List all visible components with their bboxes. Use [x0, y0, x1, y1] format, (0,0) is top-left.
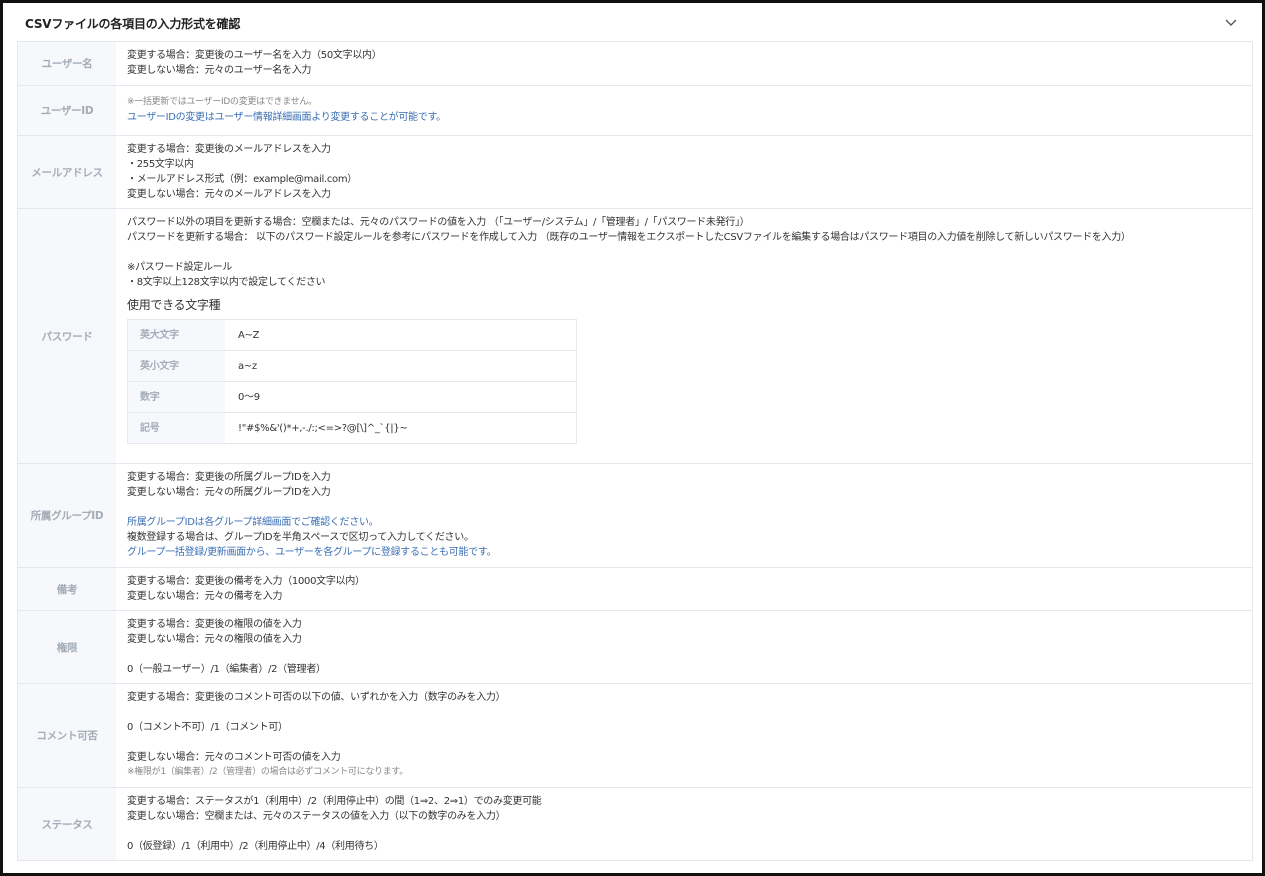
charset-label: 英大文字: [128, 320, 225, 350]
charset-value: !"#$%&'()*+,-./:;<=>?@[\]^_`{|}~: [238, 422, 408, 434]
text-line: ・255文字以内: [127, 159, 194, 170]
text-line: 変更する場合：変更後のユーザー名を入力（50文字以内）: [127, 50, 382, 61]
text-line: パスワード以外の項目を更新する場合：空欄または、元々のパスワードの値を入力 （「…: [127, 217, 750, 228]
text-line: 変更しない場合：元々の権限の値を入力: [127, 634, 302, 645]
text-line: [127, 824, 1241, 839]
text-line: 複数登録する場合は、グループIDを半角スペースで区切って入力してください。: [127, 532, 474, 543]
text-line: ・8文字以上128文字以内で設定してください: [127, 277, 326, 288]
row-label: ステータス: [18, 788, 116, 860]
row-content: 変更する場合：ステータスが1（利用中）/2（利用停止中）の間（1⇒2、2⇒1）で…: [116, 788, 1252, 860]
row-label: コメント可否: [18, 684, 116, 787]
charset-value: A~Z: [238, 329, 260, 341]
text-line: 変更する場合：変更後のメールアドレスを入力: [127, 144, 331, 155]
charset-table: 英大文字 A~Z 英小文字 a~z 数字 0〜9 記号 !"#$%&'()*+,…: [127, 319, 577, 444]
row-label: パスワード: [18, 209, 116, 463]
row-userid: ユーザーID ※一括更新ではユーザーIDの変更はできません。 ユーザーIDの変更…: [18, 86, 1252, 136]
text-line: ※パスワード設定ルール: [127, 262, 233, 273]
text-line: 0（コメント不可）/1（コメント可）: [127, 722, 288, 733]
charset-label: 数字: [128, 382, 225, 412]
text-line: [127, 647, 1241, 662]
window-frame: CSVファイルの各項目の入力形式を確認 ユーザー名 変更する場合：変更後のユーザ…: [0, 0, 1265, 876]
group-bulk-link[interactable]: グループ一括登録/更新画面から、ユーザーを各グループに登録することも可能です。: [127, 545, 1241, 560]
charset-label: 英小文字: [128, 351, 225, 381]
note-text: ※一括更新ではユーザーIDの変更はできません。: [127, 97, 317, 107]
text-line: 変更する場合：変更後の備考を入力（1000文字以内）: [127, 576, 365, 587]
row-label: 所属グループID: [18, 464, 116, 567]
charset-value: 0〜9: [238, 391, 260, 403]
row-content: 変更する場合：変更後のメールアドレスを入力 ・255文字以内 ・メールアドレス形…: [116, 136, 1252, 208]
text-line: 変更しない場合：元々の所属グループIDを入力: [127, 487, 331, 498]
text-line: [127, 705, 1241, 720]
accordion-header[interactable]: CSVファイルの各項目の入力形式を確認: [6, 6, 1259, 40]
text-line: 変更しない場合：元々の備考を入力: [127, 591, 283, 602]
row-label: ユーザー名: [18, 42, 116, 85]
text-line: 0（一般ユーザー）/1（編集者）/2（管理者）: [127, 664, 326, 675]
row-password: パスワード パスワード以外の項目を更新する場合：空欄または、元々のパスワードの値…: [18, 209, 1252, 464]
row-content: 変更する場合：変更後のユーザー名を入力（50文字以内） 変更しない場合：元々のユ…: [116, 42, 1252, 85]
row-username: ユーザー名 変更する場合：変更後のユーザー名を入力（50文字以内） 変更しない場…: [18, 42, 1252, 86]
text-line: 変更する場合：変更後のコメント可否の以下の値、いずれかを入力（数字のみを入力）: [127, 692, 506, 703]
note-text: ※権限が1（編集者）/2（管理者）の場合は必ずコメント可になります。: [127, 767, 408, 777]
row-content: 変更する場合：変更後の権限の値を入力 変更しない場合：元々の権限の値を入力 0（…: [116, 611, 1252, 683]
row-permission: 権限 変更する場合：変更後の権限の値を入力 変更しない場合：元々の権限の値を入力…: [18, 611, 1252, 684]
text-line: 0（仮登録）/1（利用中）/2（利用停止中）/4（利用待ち）: [127, 841, 384, 852]
text-line: ・メールアドレス形式（例：example@mail.com）: [127, 174, 358, 185]
charset-row: 英大文字 A~Z: [128, 320, 576, 351]
row-group: 所属グループID 変更する場合：変更後の所属グループIDを入力 変更しない場合：…: [18, 464, 1252, 568]
panel-title: CSVファイルの各項目の入力形式を確認: [25, 16, 241, 31]
charset-row: 記号 !"#$%&'()*+,-./:;<=>?@[\]^_`{|}~: [128, 413, 576, 444]
text-line: 変更しない場合：元々のユーザー名を入力: [127, 65, 312, 76]
text-line: 変更しない場合：空欄または、元々のステータスの値を入力（以下の数字のみを入力）: [127, 811, 506, 822]
row-status: ステータス 変更する場合：ステータスが1（利用中）/2（利用停止中）の間（1⇒2…: [18, 788, 1252, 861]
row-content: 変更する場合：変更後の所属グループIDを入力 変更しない場合：元々の所属グループ…: [116, 464, 1252, 567]
row-email: メールアドレス 変更する場合：変更後のメールアドレスを入力 ・255文字以内 ・…: [18, 136, 1252, 209]
row-label: 備考: [18, 568, 116, 610]
charset-label: 記号: [128, 413, 225, 443]
text-line: [127, 245, 1241, 260]
row-comment: コメント可否 変更する場合：変更後のコメント可否の以下の値、いずれかを入力（数字…: [18, 684, 1252, 788]
userid-info-link[interactable]: ユーザーIDの変更はユーザー情報詳細画面より変更することが可能です。: [127, 110, 1241, 125]
text-line: [127, 735, 1241, 750]
row-label: ユーザーID: [18, 86, 116, 135]
group-detail-link[interactable]: 所属グループIDは各グループ詳細画面でご確認ください。: [127, 515, 1241, 530]
row-remarks: 備考 変更する場合：変更後の備考を入力（1000文字以内） 変更しない場合：元々…: [18, 568, 1252, 611]
text-line: 変更する場合：変更後の所属グループIDを入力: [127, 472, 331, 483]
charset-row: 英小文字 a~z: [128, 351, 576, 382]
row-label: 権限: [18, 611, 116, 683]
charset-value: a~z: [238, 360, 257, 372]
text-line: 変更する場合：変更後の権限の値を入力: [127, 619, 302, 630]
text-line: 変更しない場合：元々のメールアドレスを入力: [127, 189, 331, 200]
text-line: 変更する場合：ステータスが1（利用中）/2（利用停止中）の間（1⇒2、2⇒1）で…: [127, 796, 542, 807]
chevron-down-icon[interactable]: [1223, 15, 1239, 31]
charset-row: 数字 0〜9: [128, 382, 576, 413]
row-label: メールアドレス: [18, 136, 116, 208]
row-content: 変更する場合：変更後のコメント可否の以下の値、いずれかを入力（数字のみを入力） …: [116, 684, 1252, 787]
row-content: ※一括更新ではユーザーIDの変更はできません。 ユーザーIDの変更はユーザー情報…: [116, 86, 1252, 135]
charset-heading: 使用できる文字種: [127, 298, 221, 312]
row-content: 変更する場合：変更後の備考を入力（1000文字以内） 変更しない場合：元々の備考…: [116, 568, 1252, 610]
text-line: 変更しない場合：元々のコメント可否の値を入力: [127, 752, 341, 763]
text-line: パスワードを更新する場合： 以下のパスワード設定ルールを参考にパスワードを作成し…: [127, 232, 1131, 243]
text-line: [127, 500, 1241, 515]
row-content: パスワード以外の項目を更新する場合：空欄または、元々のパスワードの値を入力 （「…: [116, 209, 1252, 463]
csv-format-table: ユーザー名 変更する場合：変更後のユーザー名を入力（50文字以内） 変更しない場…: [17, 41, 1253, 861]
